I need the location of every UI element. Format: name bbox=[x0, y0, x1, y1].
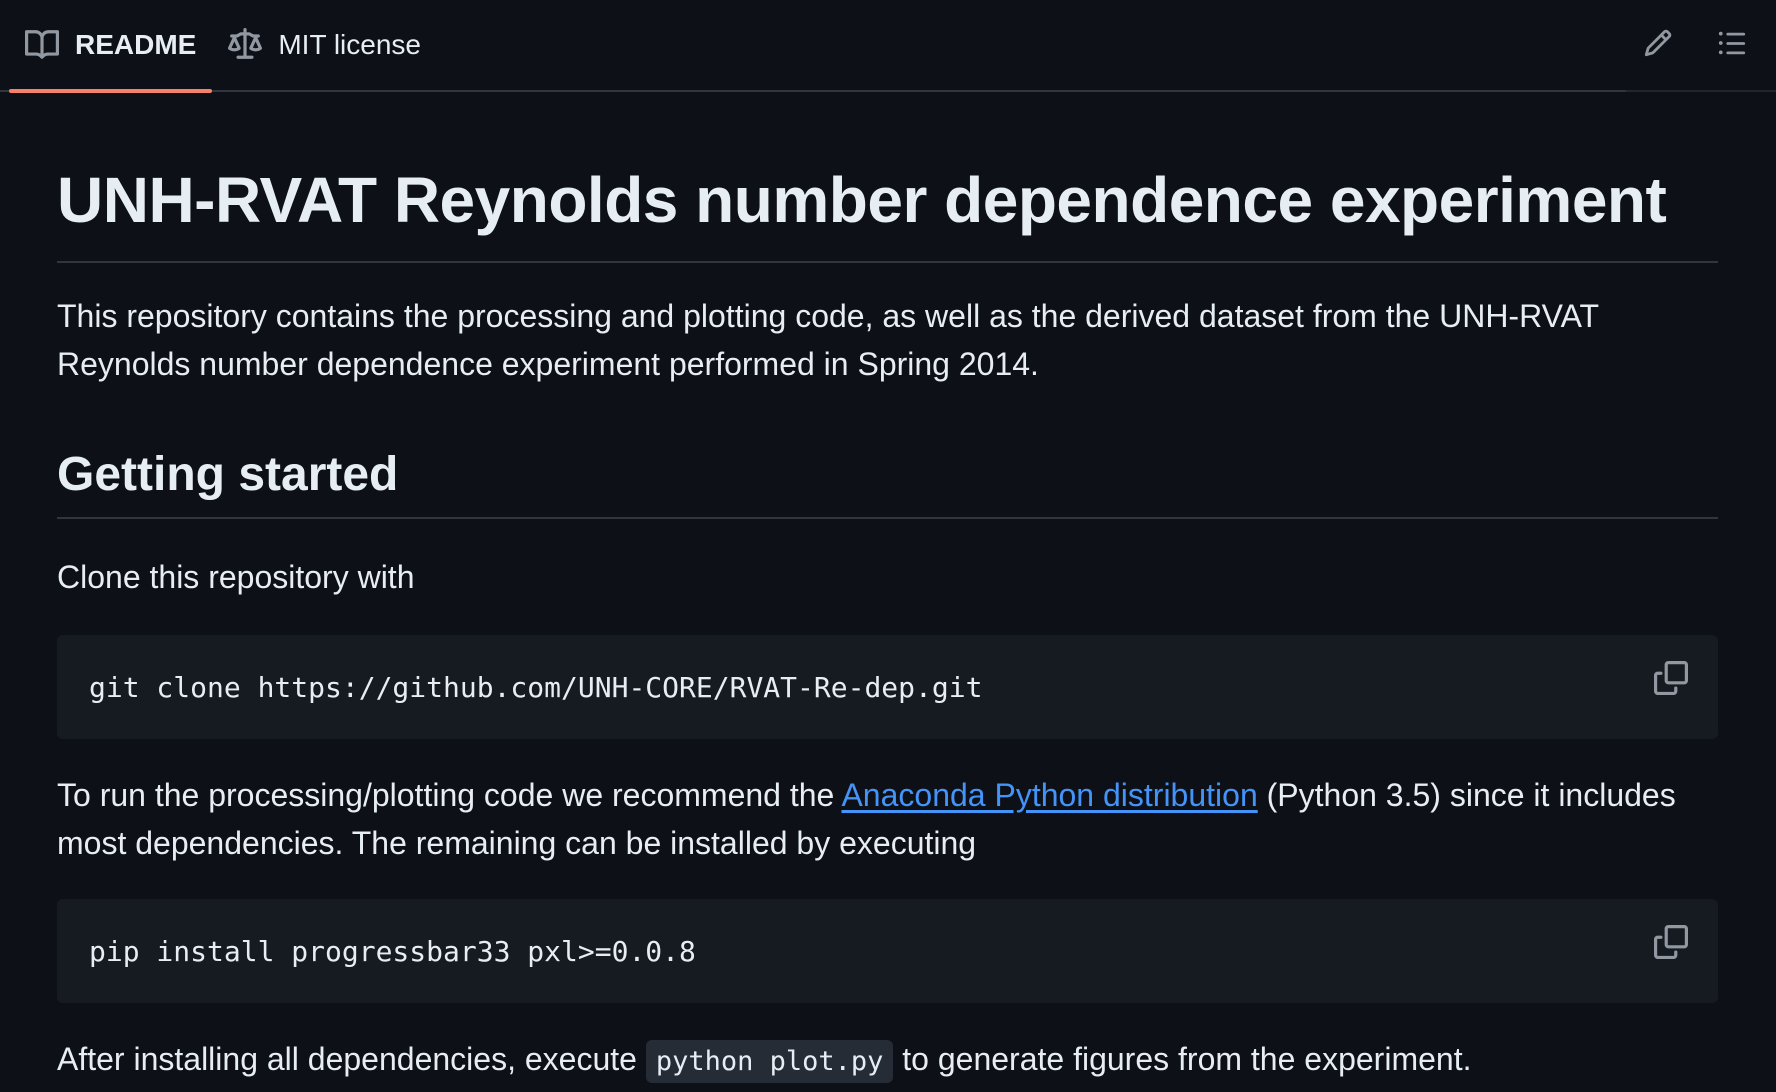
tab-readme-label: README bbox=[75, 29, 197, 60]
pip-command[interactable]: pip install progressbar33 pxl>=0.0.8 bbox=[89, 935, 696, 968]
clone-command[interactable]: git clone https://github.com/UNH-CORE/RV… bbox=[89, 671, 982, 704]
tab-license[interactable]: MIT license bbox=[212, 0, 437, 90]
readme-actions bbox=[1643, 0, 1767, 90]
clone-paragraph: Clone this repository with bbox=[57, 559, 415, 596]
list-icon[interactable] bbox=[1717, 28, 1751, 62]
readme-article: UNH-RVAT Reynolds number dependence expe… bbox=[0, 92, 1776, 1086]
tab-readme[interactable]: README bbox=[9, 0, 213, 93]
inline-code: python plot.py bbox=[645, 1040, 894, 1084]
after-text-before: After installing all dependencies, execu… bbox=[57, 1041, 646, 1078]
readme-title: UNH-RVAT Reynolds number dependence expe… bbox=[57, 92, 1718, 263]
pip-code-block: pip install progressbar33 pxl>=0.0.8 bbox=[57, 899, 1718, 1004]
clone-code-block: git clone https://github.com/UNH-CORE/RV… bbox=[57, 635, 1718, 740]
anaconda-link[interactable]: Anaconda Python distribution bbox=[841, 777, 1257, 813]
run-paragraph: To run the processing/plotting code we r… bbox=[57, 771, 1718, 867]
copy-icon[interactable] bbox=[1654, 925, 1688, 960]
pencil-icon[interactable] bbox=[1643, 28, 1677, 62]
tab-license-label: MIT license bbox=[278, 29, 421, 60]
readme-tab-bar: README MIT license bbox=[0, 0, 1776, 93]
getting-started-heading: Getting started bbox=[57, 446, 1718, 520]
tab-bar-divider bbox=[1626, 90, 1776, 92]
intro-paragraph: This repository contains the processing … bbox=[57, 297, 1599, 382]
book-icon bbox=[25, 28, 59, 62]
after-text-after: to generate figures from the experiment. bbox=[893, 1041, 1472, 1078]
run-text-before: To run the processing/plotting code we r… bbox=[57, 777, 842, 814]
copy-icon[interactable] bbox=[1654, 661, 1688, 696]
after-paragraph: After installing all dependencies, execu… bbox=[57, 1035, 1718, 1086]
law-scale-icon bbox=[228, 28, 263, 62]
